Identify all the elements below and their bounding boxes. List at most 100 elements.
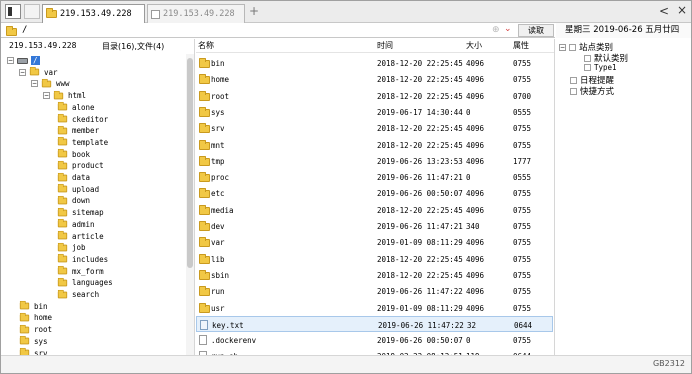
tree-node[interactable]: data (57, 172, 90, 183)
tree-node[interactable]: ckeditor (57, 113, 108, 125)
file-row[interactable]: etc 2019-06-26 00:50:07 4096 0755 (196, 185, 553, 201)
file-row[interactable]: key.txt 2019-06-26 11:47:22 32 0644 (196, 315, 553, 332)
tree-node[interactable]: member (57, 125, 99, 136)
file-attr: 0755 (513, 75, 532, 85)
tree-node[interactable]: − www (31, 78, 70, 89)
home-button[interactable] (24, 4, 40, 19)
folder-icon (57, 242, 68, 252)
file-size: 32 (467, 320, 477, 330)
encoding-label: GB2312 (652, 359, 685, 368)
file-row[interactable]: mnt 2018-12-20 22:25:45 4096 0755 (196, 137, 553, 153)
file-attr: 0755 (513, 205, 532, 215)
column-header-size[interactable]: 大小 (466, 40, 482, 51)
folder-icon (57, 289, 68, 298)
tree-node[interactable]: srv (19, 347, 48, 355)
file-size: 4096 (466, 303, 485, 313)
tree-node[interactable]: book (57, 148, 90, 160)
folder-icon (57, 125, 68, 135)
file-row[interactable]: media 2018-12-20 22:25:45 4096 0755 (196, 202, 553, 218)
address-input[interactable]: / (22, 25, 27, 35)
file-size: 4096 (466, 254, 485, 264)
file-attr: 0755 (513, 287, 532, 297)
file-row[interactable]: sys 2019-06-17 14:30:44 0 0555 (196, 104, 553, 120)
file-row[interactable]: bin 2018-12-20 22:25:45 4096 0755 (196, 55, 553, 71)
file-row[interactable]: root 2018-12-20 22:25:45 4096 0700 (196, 88, 553, 104)
chevron-down-icon[interactable]: ⌄ (504, 24, 512, 34)
file-row[interactable]: sbin 2018-12-20 22:25:45 4096 0755 (196, 267, 553, 283)
file-row[interactable]: srv 2018-12-20 22:25:45 4096 0755 (196, 120, 553, 136)
column-header-name[interactable]: 名称 (198, 40, 214, 51)
collapse-icon[interactable]: − (43, 92, 50, 100)
new-tab-button[interactable]: + (249, 4, 259, 18)
tree-node[interactable]: bin (19, 301, 48, 312)
tree-node[interactable]: down (57, 195, 90, 206)
file-row[interactable]: tmp 2019-06-26 13:23:53 4096 1777 (196, 153, 553, 169)
file-row[interactable]: usr 2019-01-09 08:11:29 4096 0755 (196, 300, 553, 316)
tree-node[interactable]: upload (57, 184, 99, 195)
sidebar-toggle-button[interactable] (5, 4, 21, 19)
shortcut-icon (570, 87, 577, 95)
file-size: 340 (466, 222, 480, 231)
tree-node[interactable]: includes (57, 254, 108, 265)
address-bar[interactable]: / ⊕ ⌄ (1, 23, 555, 38)
tree-scrollbar-thumb[interactable] (187, 58, 193, 268)
close-button[interactable]: × (677, 3, 687, 17)
file-row[interactable]: run.sh2019-02-22 08:12:511190644 (196, 348, 553, 355)
file-name: run (211, 287, 225, 297)
column-header-attr[interactable]: 属性 (513, 40, 529, 51)
tree-node[interactable]: alone (57, 102, 95, 113)
column-header-time[interactable]: 时间 (377, 40, 393, 51)
tree-node[interactable]: template (57, 137, 108, 148)
file-row[interactable]: proc 2019-06-26 11:47:21 0 0555 (196, 169, 553, 185)
tree-node[interactable]: search (57, 289, 99, 300)
folder-icon (57, 230, 68, 240)
collapse-icon[interactable]: − (19, 68, 26, 76)
file-row[interactable]: .dockerenv 2019-06-26 00:50:07 0 0755 (196, 332, 553, 348)
shortcuts-node[interactable]: 快捷方式 (570, 85, 614, 97)
file-row[interactable]: run 2019-06-26 11:47:22 4096 0755 (196, 283, 553, 299)
tree-node[interactable]: article (57, 230, 104, 242)
page-icon (151, 9, 160, 19)
file-time: 2019-06-26 11:47:22 (377, 287, 463, 297)
file-attr: 1777 (513, 156, 532, 166)
tree-node[interactable]: − / (7, 55, 40, 66)
file-time: 2019-06-26 11:47:21 (377, 173, 463, 183)
tree-node[interactable]: home (19, 312, 52, 323)
add-icon[interactable]: ⊕ (492, 25, 500, 35)
tree-node-label: www (56, 79, 70, 89)
tab-active[interactable]: 219.153.49.228 (42, 4, 145, 23)
tree-node[interactable]: − var (19, 67, 58, 78)
tree-node-label: home (34, 313, 53, 323)
file-time: 2019-06-26 00:50:07 (377, 336, 463, 346)
file-time: 2018-12-20 22:25:45 (377, 91, 463, 101)
file-list: 名称 时间 大小 属性 bin 2018-12-20 22:25:45 4096 07… (196, 39, 555, 355)
tree-node[interactable]: languages (57, 277, 113, 288)
tree-node[interactable]: product (57, 160, 104, 171)
tree-node[interactable]: admin (57, 219, 95, 230)
tab-inactive[interactable]: 219.153.49.228 (147, 4, 245, 23)
collapse-icon[interactable]: − (559, 43, 566, 51)
file-time: 2019-06-17 14:30:44 (377, 107, 463, 117)
file-row[interactable]: lib 2018-12-20 22:25:45 4096 0755 (196, 251, 553, 267)
tree-scrollbar[interactable] (186, 54, 194, 355)
nav-back-button[interactable]: < (659, 4, 669, 18)
file-row[interactable]: dev 2019-06-26 11:47:21 340 0755 (196, 218, 553, 234)
site-category-item[interactable]: Type1 (584, 63, 617, 72)
collapse-icon[interactable]: − (7, 57, 14, 64)
tree-node[interactable]: sitemap (57, 207, 104, 218)
tree-node[interactable]: root (19, 324, 52, 335)
tree-node[interactable]: job (57, 242, 86, 253)
folder-icon (199, 253, 210, 264)
file-time: 2019-06-26 00:50:07 (377, 189, 463, 199)
tree-node[interactable]: sys (19, 336, 48, 347)
calendar-icon (570, 76, 577, 84)
tree-node[interactable]: mx_form (57, 265, 104, 277)
folder-icon (199, 204, 210, 215)
tree-node[interactable]: − html (43, 90, 86, 101)
collapse-icon[interactable]: − (31, 80, 38, 88)
file-row[interactable]: var 2019-01-09 08:11:29 4096 0755 (196, 234, 553, 250)
file-row[interactable]: home 2018-12-20 22:25:45 4096 0755 (196, 71, 553, 87)
file-attr: 0555 (513, 107, 532, 117)
read-button[interactable]: 读取 (518, 24, 554, 37)
tab-label: 219.153.49.228 (60, 9, 132, 19)
